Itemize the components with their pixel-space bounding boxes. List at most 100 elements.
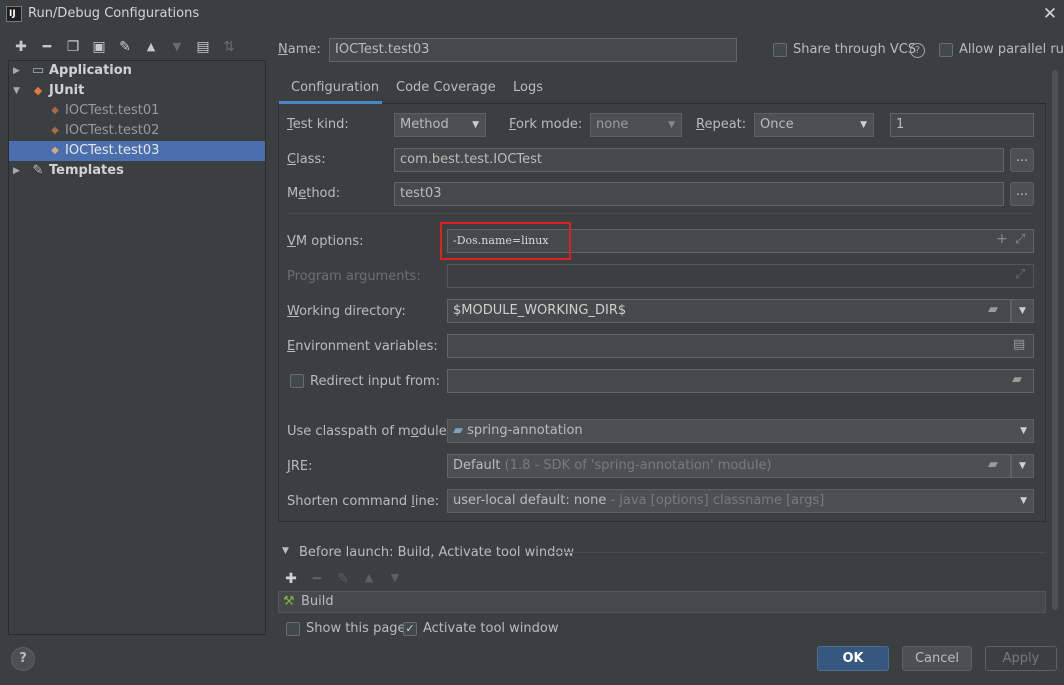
- allow-parallel-label: Allow parallel run: [959, 42, 1064, 57]
- application-icon: ▭: [31, 63, 45, 78]
- remove-icon: ━: [312, 571, 322, 587]
- move-down-icon: ▼: [390, 571, 400, 584]
- module-icon: ▰: [453, 423, 463, 438]
- test-kind-select[interactable]: Method ▼: [394, 113, 486, 137]
- program-arguments-label: Program arguments:: [287, 269, 421, 284]
- configuration-tree: ▶ ▭ Application ▼ ◆ JUnit ◆ IOCTest.test…: [8, 60, 266, 635]
- show-page-checkbox[interactable]: [286, 622, 300, 636]
- folder-add-icon[interactable]: ▤: [194, 38, 212, 56]
- document-icon[interactable]: ▤: [1013, 337, 1025, 352]
- scrollbar[interactable]: [1052, 70, 1058, 610]
- vm-options-label: VM options:: [287, 234, 364, 249]
- before-launch-build-item[interactable]: ⚒ Build: [278, 591, 1046, 613]
- tree-item-junit[interactable]: ▼ ◆ JUnit: [9, 81, 265, 101]
- collapse-icon[interactable]: ▼: [282, 546, 289, 556]
- repeat-select[interactable]: Once ▼: [754, 113, 874, 137]
- junit-icon: ◆: [33, 84, 43, 97]
- expand-icon[interactable]: ⤢: [1015, 267, 1025, 282]
- redirect-input-label: Redirect input from:: [310, 374, 440, 389]
- tree-item-test03[interactable]: ◆ IOCTest.test03: [9, 141, 265, 161]
- chevron-down-icon: ▼: [1020, 496, 1027, 506]
- close-icon[interactable]: ✕: [1040, 4, 1060, 24]
- cancel-button[interactable]: Cancel: [902, 646, 972, 671]
- program-arguments-input[interactable]: [447, 264, 1034, 288]
- fork-mode-label: Fork mode:: [509, 117, 583, 132]
- tab-code-coverage[interactable]: Code Coverage: [396, 78, 496, 104]
- classpath-module-select[interactable]: ▰ spring-annotation ▼: [447, 419, 1034, 443]
- working-directory-input[interactable]: $MODULE_WORKING_DIR$: [447, 299, 1011, 323]
- save-icon[interactable]: ▣: [90, 38, 108, 56]
- share-vcs-checkbox[interactable]: [773, 43, 787, 57]
- junit-test-icon: ◆: [51, 145, 59, 156]
- environment-variables-label: Environment variables:: [287, 339, 438, 354]
- divider: [550, 552, 1046, 553]
- share-vcs-label: Share through VCS: [793, 42, 917, 57]
- tree-item-application[interactable]: ▶ ▭ Application: [9, 61, 265, 81]
- tree-item-templates[interactable]: ▶ ✎ Templates: [9, 161, 265, 181]
- expand-icon[interactable]: ⤢: [1015, 232, 1025, 247]
- copy-icon[interactable]: ❐: [64, 38, 82, 56]
- junit-test-icon: ◆: [51, 105, 59, 116]
- name-label: Name:: [278, 42, 321, 57]
- divider: [287, 213, 1033, 214]
- class-input[interactable]: com.best.test.IOCTest: [394, 148, 1004, 172]
- apply-button[interactable]: Apply: [985, 646, 1057, 671]
- activate-tool-window-label: Activate tool window: [423, 621, 559, 636]
- folder-icon[interactable]: ▰: [988, 302, 998, 317]
- name-input[interactable]: IOCTest.test03: [329, 38, 737, 62]
- activate-tool-window-checkbox[interactable]: ✓: [403, 622, 417, 636]
- jre-label: JRE:: [287, 459, 313, 474]
- move-up-icon: ▲: [364, 571, 374, 584]
- tab-configuration[interactable]: Configuration: [279, 78, 382, 104]
- tree-item-test01[interactable]: ◆ IOCTest.test01: [9, 101, 265, 121]
- test-kind-label: Test kind:: [287, 117, 349, 132]
- method-browse-button[interactable]: ...: [1010, 182, 1034, 206]
- window-title: Run/Debug Configurations: [28, 6, 200, 21]
- edit-icon: ✎: [337, 571, 349, 587]
- fork-mode-select[interactable]: none ▼: [590, 113, 682, 137]
- help-icon[interactable]: ?: [910, 43, 925, 58]
- wrench-icon[interactable]: ✎: [116, 38, 134, 56]
- help-button[interactable]: ?: [11, 647, 35, 671]
- chevron-down-icon: ▼: [860, 120, 867, 130]
- move-up-icon[interactable]: ▲: [142, 38, 160, 56]
- class-label: Class:: [287, 152, 326, 167]
- chevron-down-icon: ▼: [472, 120, 479, 130]
- method-input[interactable]: test03: [394, 182, 1004, 206]
- show-page-label: Show this page: [306, 621, 406, 636]
- environment-variables-input[interactable]: [447, 334, 1034, 358]
- shorten-command-line-select[interactable]: user-local default: none - java [options…: [447, 489, 1034, 513]
- junit-test-icon: ◆: [51, 125, 59, 136]
- chevron-down-icon: ▼: [668, 120, 675, 130]
- add-icon[interactable]: ✚: [12, 38, 30, 56]
- move-down-icon: ▼: [172, 40, 182, 53]
- classpath-module-label: Use classpath of module:: [287, 424, 452, 439]
- highlight-box: [440, 222, 571, 260]
- add-icon[interactable]: ✚: [283, 571, 299, 587]
- ok-button[interactable]: OK: [817, 646, 889, 671]
- tree-item-test02[interactable]: ◆ IOCTest.test02: [9, 121, 265, 141]
- folder-icon[interactable]: ▰: [988, 457, 998, 472]
- allow-parallel-checkbox[interactable]: [939, 43, 953, 57]
- redirect-input-field[interactable]: [447, 369, 1034, 393]
- sort-icon: ⇅: [223, 39, 235, 55]
- hammer-icon: ⚒: [283, 594, 295, 609]
- method-label: Method:: [287, 186, 341, 201]
- shorten-command-line-label: Shorten command line:: [287, 494, 440, 509]
- chevron-down-icon: ▼: [1020, 426, 1027, 436]
- remove-icon[interactable]: ━: [38, 38, 56, 56]
- jre-select[interactable]: Default (1.8 - SDK of 'spring-annotation…: [447, 454, 1011, 478]
- redirect-input-checkbox[interactable]: [290, 374, 304, 388]
- add-icon[interactable]: +: [996, 231, 1008, 247]
- repeat-label: Repeat:: [696, 117, 747, 132]
- wrench-icon: ✎: [32, 163, 44, 178]
- working-directory-label: Working directory:: [287, 304, 406, 319]
- tab-logs[interactable]: Logs: [513, 78, 543, 104]
- chevron-down-icon[interactable]: ▼: [1011, 454, 1034, 478]
- class-browse-button[interactable]: ...: [1010, 148, 1034, 172]
- repeat-count-input[interactable]: 1: [890, 113, 1034, 137]
- before-launch-title: Before launch: Build, Activate tool wind…: [299, 545, 574, 560]
- app-logo-icon: IJ: [6, 6, 22, 22]
- chevron-down-icon[interactable]: ▼: [1011, 299, 1034, 323]
- folder-icon[interactable]: ▰: [1012, 372, 1022, 387]
